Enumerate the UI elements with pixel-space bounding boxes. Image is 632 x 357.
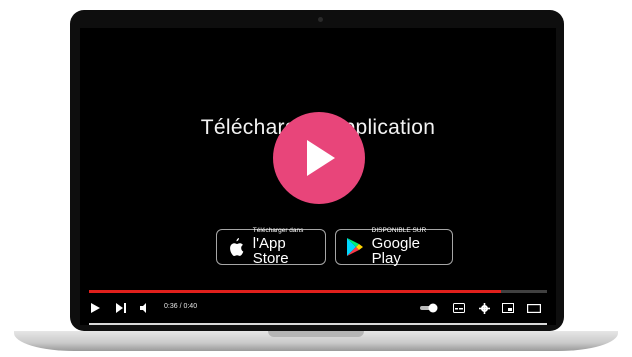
google-play-logo-icon: [344, 236, 366, 258]
theater-mode-icon: [527, 303, 541, 313]
volume-icon: [140, 303, 146, 313]
big-play-button[interactable]: [273, 112, 365, 204]
app-store-big-text: l'App Store: [252, 235, 289, 268]
miniplayer-button[interactable]: [501, 299, 515, 317]
play-button[interactable]: [88, 299, 102, 317]
progress-bar-fill: [89, 290, 502, 293]
webcam: [318, 17, 323, 22]
apple-logo-icon: [225, 236, 247, 258]
laptop-hinge-notch: [268, 331, 364, 337]
play-icon: [307, 140, 335, 176]
settings-button[interactable]: [477, 299, 491, 317]
skip-next-icon: [116, 303, 126, 313]
play-icon: [90, 303, 100, 313]
next-button[interactable]: [114, 299, 128, 317]
theater-mode-button[interactable]: [526, 299, 542, 317]
volume-button[interactable]: [138, 299, 152, 317]
google-play-badge[interactable]: DISPONIBLE SUR Google Play: [335, 226, 453, 268]
controls-divider: [89, 323, 547, 325]
google-play-big-text: Google Play: [371, 235, 421, 268]
google-play-small-text: DISPONIBLE SUR: [371, 226, 427, 234]
progress-bar[interactable]: [89, 290, 547, 293]
gear-icon: [478, 302, 490, 314]
app-store-badge[interactable]: Télécharger dans l'App Store: [216, 226, 326, 268]
app-store-small-text: Télécharger dans: [252, 226, 304, 234]
miniplayer-icon: [502, 303, 514, 313]
subtitles-button[interactable]: [452, 299, 466, 317]
subtitles-icon: [453, 303, 465, 313]
player-controls: 0:36 / 0:40: [80, 286, 556, 325]
autoplay-toggle[interactable]: [420, 299, 438, 317]
autoplay-toggle-icon: [420, 303, 438, 313]
video-player[interactable]: Télécharger l'application TV Télécharger…: [80, 28, 556, 325]
time-display: 0:36 / 0:40: [164, 303, 198, 310]
